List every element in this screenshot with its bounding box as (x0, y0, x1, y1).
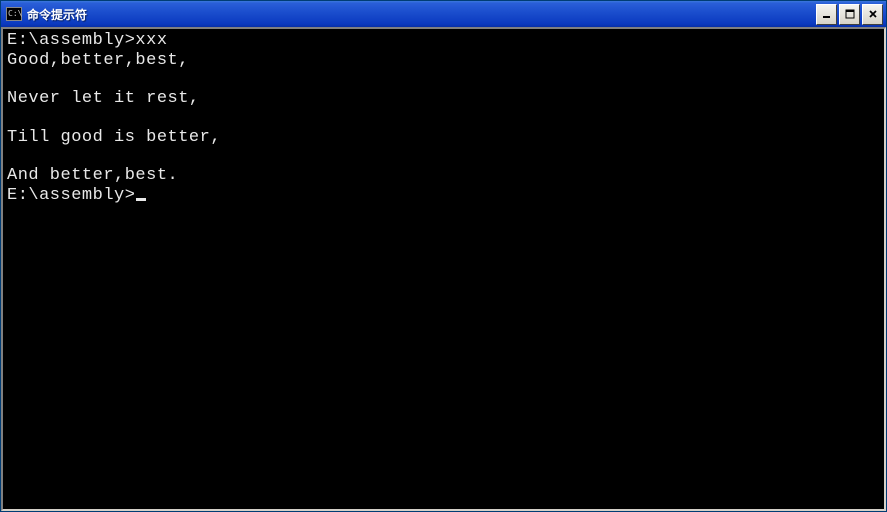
app-icon: C:\ (6, 7, 22, 21)
terminal-line: Never let it rest, (7, 89, 880, 109)
window-title: 命令提示符 (27, 6, 816, 23)
terminal-line: Till good is better, (7, 128, 880, 148)
cursor (136, 198, 146, 201)
maximize-icon (845, 9, 855, 19)
terminal-line (7, 109, 880, 128)
maximize-button[interactable] (839, 4, 860, 25)
close-button[interactable] (862, 4, 883, 25)
terminal-prompt-line[interactable]: E:\assembly> (7, 186, 880, 206)
titlebar[interactable]: C:\ 命令提示符 (1, 1, 886, 27)
terminal-line (7, 70, 880, 89)
minimize-button[interactable] (816, 4, 837, 25)
command-prompt-window: C:\ 命令提示符 E:\assembl (0, 0, 887, 512)
close-icon (868, 9, 878, 19)
terminal-line: E:\assembly>xxx (7, 31, 880, 51)
window-controls (816, 4, 883, 25)
terminal-line (7, 147, 880, 166)
terminal-line: Good,better,best, (7, 51, 880, 71)
terminal[interactable]: E:\assembly>xxxGood,better,best, Never le… (3, 29, 884, 509)
minimize-icon (822, 9, 832, 19)
terminal-line: And better,best. (7, 166, 880, 186)
app-icon-text: C:\ (8, 10, 22, 18)
client-area: E:\assembly>xxxGood,better,best, Never le… (1, 27, 886, 511)
